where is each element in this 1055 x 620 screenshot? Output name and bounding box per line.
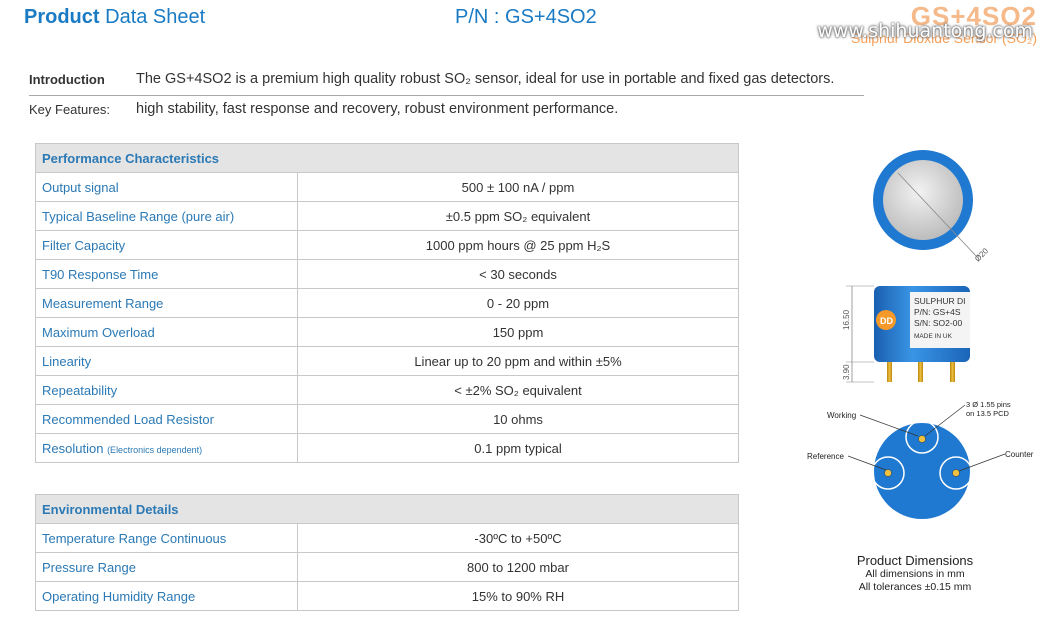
height-body-label: 16.50 — [842, 309, 851, 330]
row-key: Repeatability — [35, 375, 298, 405]
table-row: Repeatability < ±2% SO₂ equivalent — [35, 375, 739, 405]
features-label: Key Features: — [29, 102, 110, 117]
row-value: -30ºC to +50ºC — [297, 523, 739, 553]
diameter-label: Ø20 — [973, 246, 990, 263]
pin-working-label: Working — [827, 411, 856, 420]
environmental-table: Environmental Details Temperature Range … — [35, 494, 739, 611]
sensor-top-view: Ø20 — [873, 150, 990, 263]
dimensions-line2: All tolerances ±0.15 mm — [858, 581, 972, 593]
row-key: Temperature Range Continuous — [35, 523, 298, 553]
table-row: Pressure Range 800 to 1200 mbar — [35, 552, 739, 582]
table-row: Maximum Overload 150 ppm — [35, 317, 739, 347]
title-bold: Product — [24, 6, 100, 28]
dimensions-title: Product Dimensions — [856, 553, 974, 568]
watermark: www.shihuantong.com — [817, 20, 1033, 42]
pins-note-1: 3 Ø 1.55 pins — [966, 400, 1011, 409]
side-label-3: S/N: SO2-00 — [914, 318, 962, 328]
row-value: < 30 seconds — [297, 259, 739, 289]
row-key: Recommended Load Resistor — [35, 404, 298, 434]
row-key-text: Resolution — [42, 440, 104, 456]
row-value: ±0.5 ppm SO₂ equivalent — [297, 201, 739, 231]
row-key: Linearity — [35, 346, 298, 376]
row-value: Linear up to 20 ppm and within ±5% — [297, 346, 739, 376]
table-row: Operating Humidity Range 15% to 90% RH — [35, 581, 739, 611]
row-value: 0.1 ppm typical — [297, 433, 739, 463]
row-key: Filter Capacity — [35, 230, 298, 260]
table-row: Typical Baseline Range (pure air) ±0.5 pp… — [35, 201, 739, 231]
environmental-heading: Environmental Details — [35, 494, 739, 524]
table-row: Temperature Range Continuous -30ºC to +50… — [35, 523, 739, 553]
intro-text: The GS+4SO2 is a premium high quality ro… — [136, 71, 835, 87]
row-value: 800 to 1200 mbar — [297, 552, 739, 582]
row-key: Output signal — [35, 172, 298, 202]
table-row: Filter Capacity 1000 ppm hours @ 25 ppm H… — [35, 230, 739, 260]
table-row: Linearity Linear up to 20 ppm and within … — [35, 346, 739, 376]
table-row: Measurement Range 0 - 20 ppm — [35, 288, 739, 318]
row-value: 15% to 90% RH — [297, 581, 739, 611]
table-row: Recommended Load Resistor 10 ohms — [35, 404, 739, 434]
row-key: T90 Response Time — [35, 259, 298, 289]
logo-mark: DD — [880, 316, 893, 326]
pin-reference-label: Reference — [807, 452, 844, 461]
row-key: Maximum Overload — [35, 317, 298, 347]
part-number: P/N : GS+4SO2 — [455, 6, 597, 28]
side-label-1: SULPHUR DI — [914, 296, 965, 306]
row-value: 150 ppm — [297, 317, 739, 347]
side-label-4: MADE IN UK — [914, 333, 953, 340]
row-key-note: (Electronics dependent) — [107, 444, 203, 455]
sensor-side-view: 16.50 3.90 DD SULPHUR DI P/N: GS+4S S/N:… — [842, 285, 970, 383]
features-row: Key Features: high stability, fast respo… — [29, 100, 864, 124]
pin-counter-label: Counter — [1005, 450, 1034, 459]
dimensions-caption: Product Dimensions All dimensions in mm … — [830, 553, 1000, 594]
table-row: T90 Response Time < 30 seconds — [35, 259, 739, 289]
row-value: 500 ± 100 nA / ppm — [297, 172, 739, 202]
height-pins-label: 3.90 — [842, 364, 851, 380]
row-value: 10 ohms — [297, 404, 739, 434]
row-key: Typical Baseline Range (pure air) — [35, 201, 298, 231]
row-value: < ±2% SO₂ equivalent — [297, 375, 739, 405]
intro-row: Introduction The GS+4SO2 is a premium hi… — [29, 70, 864, 96]
row-value: 0 - 20 ppm — [297, 288, 739, 318]
row-key: Measurement Range — [35, 288, 298, 318]
dimensions-line1: All dimensions in mm — [865, 568, 965, 580]
side-label-2: P/N: GS+4S — [914, 307, 961, 317]
title-rest: Data Sheet — [105, 6, 206, 28]
table-row: Resolution (Electronics dependent) 0.1 pp… — [35, 433, 739, 463]
performance-heading: Performance Characteristics — [35, 143, 739, 173]
row-key: Resolution (Electronics dependent) — [35, 433, 298, 463]
performance-table: Performance Characteristics Output signa… — [35, 143, 739, 463]
intro-label: Introduction — [29, 72, 105, 87]
table-row: Output signal 500 ± 100 nA / ppm — [35, 172, 739, 202]
row-key: Operating Humidity Range — [35, 581, 298, 611]
sensor-bottom-view: Working Reference Counter 3 Ø 1.55 pins … — [807, 400, 1034, 519]
page-title: Product Data Sheet — [24, 6, 205, 29]
row-key: Pressure Range — [35, 552, 298, 582]
pins-note-2: on 13.5 PCD — [966, 409, 1010, 418]
row-value: 1000 ppm hours @ 25 ppm H₂S — [297, 230, 739, 260]
features-text: high stability, fast response and recove… — [136, 101, 619, 117]
